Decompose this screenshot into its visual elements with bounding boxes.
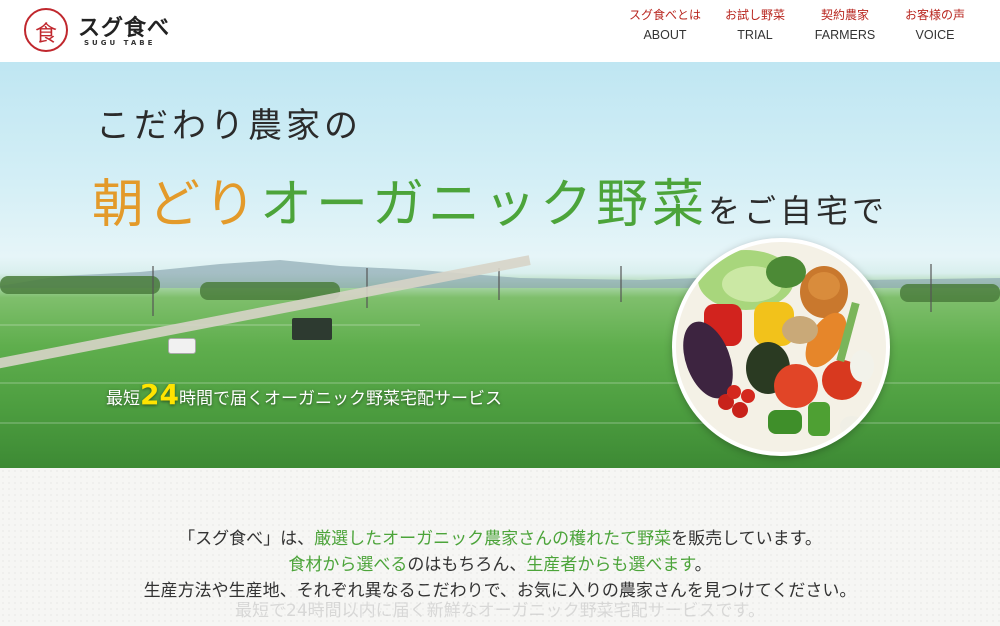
utility-pole [930, 264, 932, 312]
hero-tagline: 最短24時間で届くオーガニック野菜宅配サービス [106, 378, 502, 411]
intro-paragraph-4: 最短で24時間以内に届く新鮮なオーガニック野菜宅配サービスです。 [235, 601, 765, 621]
hero-heading-line2: 朝どりオーガニック野菜をご自宅で [92, 162, 888, 237]
tree-row [0, 276, 160, 294]
site-header: 食 スグ食べ SUGU TABE スグ食べとは ABOUT お試し野菜 TRIA… [0, 0, 1000, 62]
utility-pole [620, 266, 622, 302]
main-nav: スグ食べとは ABOUT お試し野菜 TRIAL 契約農家 FARMERS お客… [620, 6, 980, 46]
hero-heading-line1: こだわり農家の [96, 106, 362, 146]
nav-item-trial[interactable]: お試し野菜 TRIAL [710, 6, 800, 44]
utility-pole [152, 266, 154, 316]
intro-paragraph-2: 食材から選べるのはもちろん、生産者からも選べます。 [288, 555, 712, 575]
site-logo[interactable]: 食 スグ食べ SUGU TABE [20, 6, 180, 54]
hero-heading-asadori: 朝どり [92, 175, 261, 235]
nav-item-farmers[interactable]: 契約農家 FARMERS [800, 6, 890, 44]
hero-heading-organic: オーガニック野菜 [260, 175, 709, 235]
hero-tagline-number: 24 [140, 378, 179, 411]
hero-banner: こだわり農家の 朝どりオーガニック野菜をご自宅で 最短24時間で届くオーガニック… [0, 62, 1000, 468]
intro-paragraph-1: 「スグ食べ」は、厳選したオーガニック農家さんの穫れたて野菜を販売しています。 [178, 529, 822, 549]
logo-subtitle: SUGU TABE [84, 39, 156, 47]
utility-pole [498, 268, 500, 300]
vegetables-illustration [676, 242, 886, 452]
logo-name: スグ食べ [78, 16, 171, 41]
truck-image [292, 318, 332, 340]
nav-item-about[interactable]: スグ食べとは ABOUT [620, 6, 710, 44]
nav-item-voice[interactable]: お客様の声 VOICE [890, 6, 980, 44]
vegetables-image [672, 238, 890, 456]
car-image [168, 338, 196, 354]
logo-seal-icon: 食 [24, 8, 68, 52]
tree-row [900, 284, 1000, 302]
hero-heading-rest: をご自宅で [708, 192, 889, 230]
